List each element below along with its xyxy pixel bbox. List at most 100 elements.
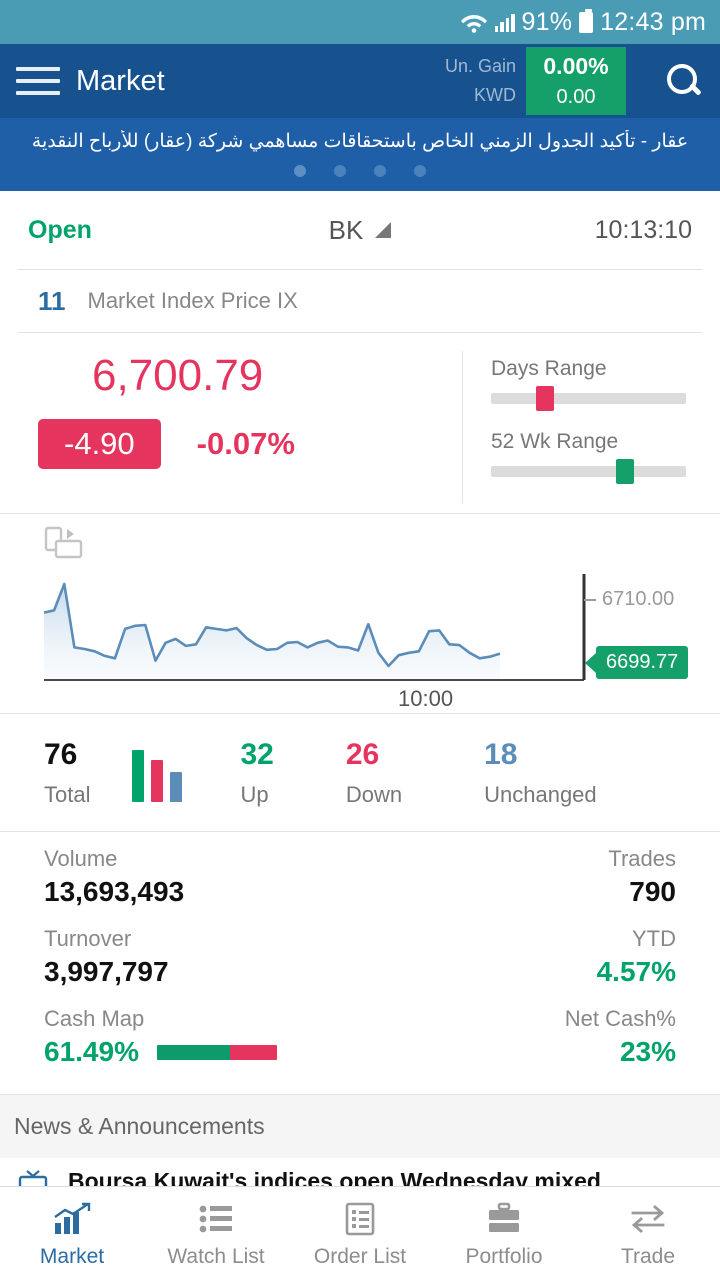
currency-label: KWD [474, 85, 516, 105]
volume-label: Volume [44, 846, 118, 871]
breadth-unchanged-value: 18 [484, 737, 518, 771]
nav-item-market[interactable]: Market [0, 1198, 144, 1269]
market-code: BK [328, 214, 364, 245]
breadth-up-value: 32 [240, 737, 274, 771]
document-list-icon [340, 1198, 380, 1236]
nav-label-order-list: Order List [313, 1245, 407, 1268]
briefcase-icon [484, 1198, 524, 1236]
price-line-chart[interactable]: 6710.00 6699.77 10:00 [0, 562, 720, 711]
clock-label: 12:43 pm [600, 7, 706, 36]
net-cash-value: 23% [619, 1036, 676, 1067]
breadth-down-label: Down [345, 781, 403, 807]
list-bullet-icon [196, 1198, 236, 1236]
breadth-up-label: Up [240, 781, 269, 807]
cash-map-value: 61.49% [44, 1036, 139, 1067]
market-chart-icon [52, 1198, 92, 1236]
price-change-percent: -0.07% [196, 426, 295, 461]
intraday-chart-section[interactable]: 6710.00 6699.77 10:00 [0, 513, 720, 713]
turnover-label: Turnover [44, 926, 132, 951]
index-name: Market Index Price IX [87, 288, 298, 313]
chart-svg [43, 574, 596, 681]
market-breadth-row: 76 Total 32 Up 26 Down 18 Unchanged [0, 713, 720, 831]
ytd-value: 4.57% [596, 956, 676, 987]
bottom-navigation: Market Watch List Order List Portfolio T… [0, 1186, 720, 1280]
index-price: 6,700.79 [92, 351, 264, 400]
gain-labels: Un. Gain KWD [445, 47, 526, 115]
volume-value: 13,693,493 [44, 876, 185, 907]
week52-range-marker [615, 459, 634, 484]
ticker-dot[interactable] [294, 165, 306, 177]
nav-label-trade: Trade [620, 1245, 676, 1268]
stat-row-cash-map: Cash Map 61.49% Net Cash% 23% [44, 1006, 676, 1068]
nav-label-market: Market [39, 1245, 105, 1268]
trades-value: 790 [629, 876, 676, 907]
breadth-total: 76 Total [44, 738, 90, 808]
ticker-pagination-dots[interactable] [0, 153, 720, 187]
stat-row-volume: Volume 13,693,493 Trades 790 [44, 846, 676, 908]
cash-map-label: Cash Map [44, 1006, 145, 1031]
price-summary: 6,700.79 -4.90 -0.07% [0, 351, 462, 503]
app-bar: Market Un. Gain KWD 0.00% 0.00 [0, 44, 720, 118]
stat-row-turnover: Turnover 3,997,797 YTD 4.57% [44, 926, 676, 988]
breadth-total-label: Total [44, 781, 91, 807]
chart-x-label: 10:00 [398, 686, 454, 711]
rotate-screen-icon[interactable] [44, 526, 84, 560]
search-icon[interactable] [664, 61, 704, 101]
gain-amount: 0.00 [556, 86, 596, 108]
nav-item-order-list[interactable]: Order List [288, 1198, 432, 1269]
week52-range-slider[interactable] [491, 459, 686, 484]
price-block: 6,700.79 -4.90 -0.07% Days Range 52 Wk R… [0, 333, 720, 513]
ticker-dot[interactable] [334, 165, 346, 177]
exchange-arrows-icon [628, 1198, 668, 1236]
market-state: Open [28, 215, 92, 244]
breadth-down: 26 Down [346, 738, 402, 808]
ticker-dot[interactable] [414, 165, 426, 177]
breadth-unchanged: 18 Unchanged [484, 738, 597, 808]
mini-bar-chart-icon [132, 744, 183, 802]
nav-item-portfolio[interactable]: Portfolio [432, 1198, 576, 1269]
market-stats: Volume 13,693,493 Trades 790 Turnover 3,… [0, 831, 720, 1094]
app-root: 91% 12:43 pm Market Un. Gain KWD 0.00% 0… [0, 0, 720, 1280]
days-range-slider[interactable] [491, 386, 686, 411]
range-indicators: Days Range 52 Wk Range [462, 351, 720, 503]
index-number: 11 [38, 285, 66, 316]
market-status-row: Open BK 10:13:10 [0, 191, 720, 269]
market-selector[interactable]: BK [249, 215, 470, 246]
news-ticker[interactable]: عقار - تأكيد الجدول الزمني الخاص باستحقا… [0, 118, 720, 191]
status-bar: 91% 12:43 pm [0, 0, 720, 44]
gain-label: Un. Gain [444, 56, 516, 76]
nav-label-watch-list: Watch List [167, 1245, 265, 1268]
breadth-unchanged-label: Unchanged [484, 781, 597, 807]
gain-percent: 0.00% [543, 53, 609, 79]
days-range-marker [535, 386, 554, 411]
triangle-down-icon [375, 222, 392, 238]
net-cash-label: Net Cash% [564, 1006, 676, 1031]
nav-label-portfolio: Portfolio [465, 1245, 543, 1268]
ticker-dot[interactable] [374, 165, 386, 177]
week52-range-label: 52 Wk Range [491, 430, 619, 453]
breadth-down-value: 26 [345, 737, 380, 771]
battery-icon [579, 8, 594, 33]
news-header: News & Announcements [14, 1113, 265, 1139]
signal-icon [494, 12, 515, 32]
index-row[interactable]: 11 Market Index Price IX [0, 270, 720, 332]
trades-label: Trades [608, 846, 676, 871]
unrealized-gain-widget[interactable]: Un. Gain KWD 0.00% 0.00 [445, 47, 626, 115]
breadth-total-value: 76 [44, 737, 78, 771]
ticker-text: عقار - تأكيد الجدول الزمني الخاص باستحقا… [31, 131, 689, 152]
market-time: 10:13:10 [594, 215, 692, 244]
gain-value-box: 0.00% 0.00 [526, 47, 626, 115]
ytd-label: YTD [632, 926, 676, 951]
page-title: Market [76, 64, 165, 97]
turnover-value: 3,997,797 [44, 956, 169, 987]
breadth-up: 32 Up [240, 738, 273, 808]
cash-map-bar [156, 1044, 277, 1060]
hamburger-menu-icon[interactable] [16, 63, 60, 99]
battery-percent-label: 91% [521, 7, 573, 36]
chart-current-value-badge: 6699.77 [584, 646, 689, 679]
days-range-label: Days Range [491, 357, 607, 380]
nav-item-trade[interactable]: Trade [576, 1198, 720, 1269]
chart-axis-label: 6710.00 [602, 588, 675, 610]
price-change-badge: -4.90 [38, 419, 161, 469]
nav-item-watch-list[interactable]: Watch List [144, 1198, 288, 1269]
